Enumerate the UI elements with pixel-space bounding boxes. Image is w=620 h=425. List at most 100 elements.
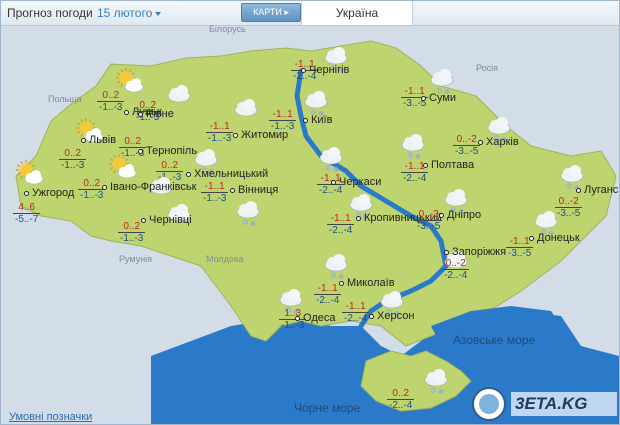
city-dot-icon (295, 315, 300, 321)
city-marker[interactable]: Дніпро (439, 209, 481, 221)
day-temperature: 0..2 (59, 148, 87, 160)
day-temperature: 0..2 (387, 388, 415, 400)
city-name: Дніпро (447, 209, 482, 221)
city-name: Вінниця (238, 184, 279, 196)
city-name: Житомир (241, 129, 289, 141)
map-svg (15, 40, 619, 424)
city-marker[interactable]: Чернігів (301, 64, 349, 76)
night-temperature: -1..-3 (208, 133, 232, 144)
neighbor-label-poland: Польща (48, 94, 82, 104)
page-title: Прогноз погоди (7, 6, 93, 20)
city-name: Івано-Франківськ (110, 181, 197, 193)
city-marker[interactable]: Хмельницький (186, 168, 268, 180)
day-temperature: 0..2 (156, 160, 184, 172)
svg-text:❄: ❄ (325, 164, 332, 173)
day-temperature: -1..1 (342, 301, 370, 313)
day-temperature: 0..-2 (442, 258, 470, 270)
day-temperature: 0..-2 (453, 134, 481, 146)
city-dot-icon (303, 117, 308, 123)
city-marker[interactable]: Ужгород (24, 187, 74, 199)
night-temperature: -2..-4 (329, 225, 353, 236)
night-temperature: -3..-5 (455, 146, 479, 157)
city-dot-icon (478, 139, 483, 145)
city-marker[interactable]: Житомир (233, 129, 288, 141)
city-marker[interactable]: Івано-Франківськ (102, 181, 196, 193)
city-marker[interactable]: Київ (303, 114, 332, 126)
city-dot-icon (141, 217, 146, 223)
svg-text:❄: ❄ (415, 153, 421, 161)
city-name: Донецьк (537, 232, 580, 244)
day-temperature: 0..2 (97, 90, 125, 102)
zeta-logo: 3ETA.KG (471, 384, 619, 424)
night-temperature: -2..-4 (403, 173, 427, 184)
city-marker[interactable]: Тернопіль (138, 145, 197, 157)
temperature-label: -1..1 -1..-3 (206, 121, 234, 144)
sea-label-azov: Азовське море (453, 333, 536, 347)
svg-text:❄: ❄ (250, 220, 256, 228)
day-temperature: -1..1 (327, 213, 355, 225)
date-label: 15 лютого (97, 6, 153, 20)
date-dropdown[interactable]: 15 лютого (97, 6, 162, 20)
city-name: Київ (311, 114, 333, 126)
legend-link[interactable]: Умовні позначки (9, 411, 92, 423)
city-marker[interactable]: Харків (478, 136, 519, 148)
city-marker[interactable]: Полтава (423, 159, 474, 171)
city-marker[interactable]: Донецьк (529, 232, 580, 244)
svg-text:❄: ❄ (242, 218, 249, 227)
temperature-label: 0..2 -2..-4 (387, 388, 415, 411)
city-name: Чернівці (149, 214, 192, 226)
logo-text: 3ETA.KG (515, 394, 588, 413)
city-dot-icon (102, 184, 107, 190)
city-name: Ужгород (32, 187, 75, 199)
city-dot-icon (138, 148, 143, 154)
city-marker[interactable]: Львів (81, 134, 116, 146)
city-dot-icon (369, 313, 374, 319)
svg-text:❄: ❄ (566, 182, 573, 191)
city-marker[interactable]: Вінниця (230, 184, 278, 196)
city-name: Львів (89, 134, 117, 146)
city-marker[interactable]: Рівне (138, 108, 174, 120)
map-area: Білорусь Польща Росія Румунія Молдова Аз… (1, 24, 619, 424)
city-dot-icon (421, 95, 426, 101)
city-name: Чернігів (309, 64, 350, 76)
city-dot-icon (124, 109, 129, 115)
chevron-down-icon (155, 11, 162, 16)
city-name: Одеса (303, 312, 336, 324)
night-temperature: -1..-3 (99, 102, 123, 113)
city-name: Тернопіль (146, 145, 198, 157)
city-dot-icon (444, 249, 449, 255)
city-dot-icon (138, 111, 143, 117)
neighbor-label-belarus: Білорусь (209, 24, 246, 34)
neighbor-label-romania: Румунія (119, 254, 153, 264)
maps-button[interactable]: КАРТИ ▸ (241, 3, 301, 22)
city-dot-icon (576, 187, 581, 193)
city-name: Хмельницький (194, 168, 269, 180)
city-marker[interactable]: Одеса (295, 312, 335, 324)
tab-ukraine[interactable]: Україна (301, 1, 413, 25)
city-name: Черкаси (339, 176, 382, 188)
city-marker[interactable]: Чернівці (141, 214, 192, 226)
weather-map-widget: Прогноз погоди 15 лютого КАРТИ ▸ Україна… (0, 0, 620, 425)
city-marker[interactable]: Суми (421, 92, 456, 104)
day-temperature: 4..6 (13, 202, 41, 214)
triangle-right-icon: ▸ (284, 7, 289, 17)
night-temperature: -5..-7 (15, 214, 39, 225)
temperature-label: 0..-2 -2..-4 (442, 258, 470, 281)
day-temperature: -1..1 (269, 109, 297, 121)
city-dot-icon (423, 162, 428, 168)
night-temperature: -3..-5 (417, 221, 441, 232)
city-name: Луганськ (584, 184, 619, 196)
cloud-snow-icon: ❄ ❄ (421, 366, 451, 401)
neighbor-label-russia: Росія (476, 63, 498, 73)
city-marker[interactable]: Запоріжжя (444, 246, 506, 258)
city-dot-icon (81, 137, 86, 143)
city-dot-icon (301, 67, 306, 73)
city-marker[interactable]: Луганськ (576, 184, 619, 196)
temperature-label: -1..1 -2..-4 (314, 283, 342, 306)
night-temperature: -2..-4 (316, 295, 340, 306)
city-marker[interactable]: Черкаси (331, 176, 381, 188)
city-marker[interactable]: Херсон (369, 310, 414, 322)
header-bar: Прогноз погоди 15 лютого КАРТИ ▸ Україна (1, 1, 619, 26)
svg-text:❄: ❄ (430, 386, 437, 395)
night-temperature: -3..-5 (508, 248, 532, 259)
